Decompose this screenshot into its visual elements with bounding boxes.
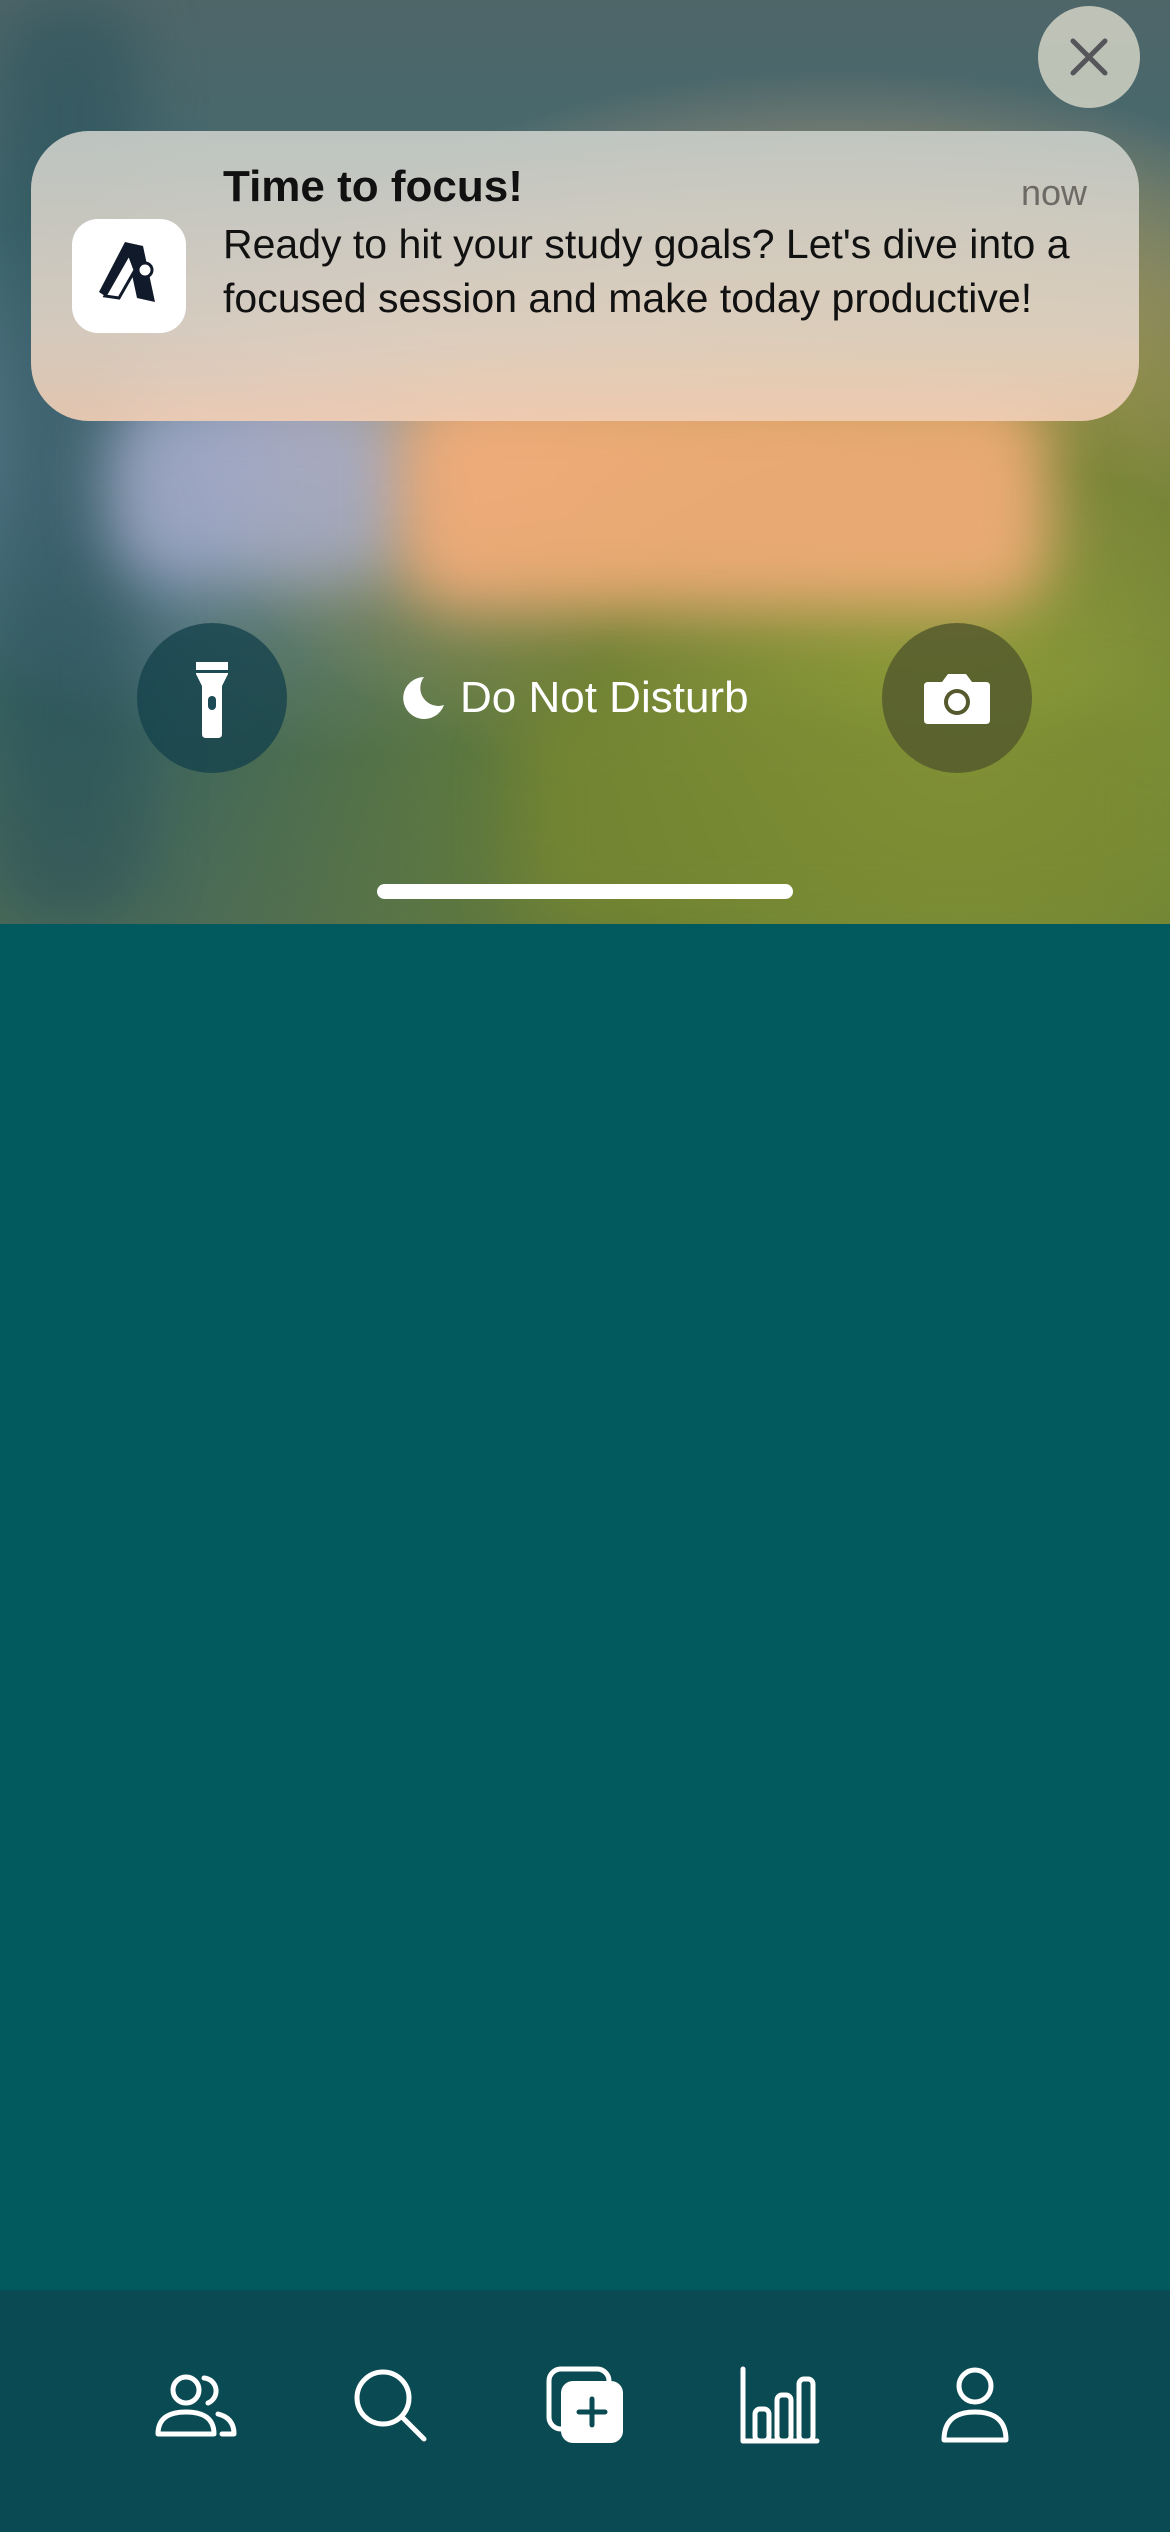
lock-screen-preview: Time to focus! now Ready to hit your stu… bbox=[0, 0, 1170, 924]
flashlight-button[interactable] bbox=[137, 623, 287, 773]
notification-time: now bbox=[1020, 172, 1087, 213]
stats-icon bbox=[740, 2366, 820, 2444]
app-screen: Time to focus! now Ready to hit your stu… bbox=[0, 0, 1170, 2532]
home-indicator[interactable] bbox=[377, 884, 793, 899]
moon-icon bbox=[403, 677, 444, 719]
add-card-icon bbox=[546, 2366, 623, 2443]
app-logo-icon bbox=[99, 242, 155, 302]
camera-icon bbox=[924, 674, 990, 724]
tab-profile[interactable] bbox=[920, 2350, 1030, 2460]
app-icon bbox=[72, 219, 186, 333]
focus-mode-label: Do Not Disturb bbox=[460, 673, 749, 722]
tab-bar bbox=[0, 2290, 1170, 2532]
notification-banner[interactable]: Time to focus! now Ready to hit your stu… bbox=[31, 131, 1139, 421]
background-blur bbox=[400, 390, 1050, 610]
camera-button[interactable] bbox=[882, 623, 1032, 773]
tab-people[interactable] bbox=[140, 2350, 250, 2460]
notification-body: Ready to hit your study goals? Let's div… bbox=[223, 221, 1070, 321]
focus-mode-indicator: Do Not Disturb bbox=[400, 668, 749, 728]
people-icon bbox=[155, 2374, 237, 2437]
search-icon bbox=[354, 2369, 427, 2442]
profile-icon bbox=[941, 2367, 1009, 2443]
close-button[interactable] bbox=[1038, 6, 1140, 108]
tab-search[interactable] bbox=[335, 2350, 445, 2460]
tab-stats[interactable] bbox=[725, 2350, 835, 2460]
close-icon bbox=[1070, 38, 1108, 76]
tab-create[interactable] bbox=[530, 2350, 640, 2460]
notification-title: Time to focus! bbox=[223, 162, 523, 211]
flashlight-icon bbox=[196, 662, 228, 738]
background-blur bbox=[110, 400, 410, 580]
